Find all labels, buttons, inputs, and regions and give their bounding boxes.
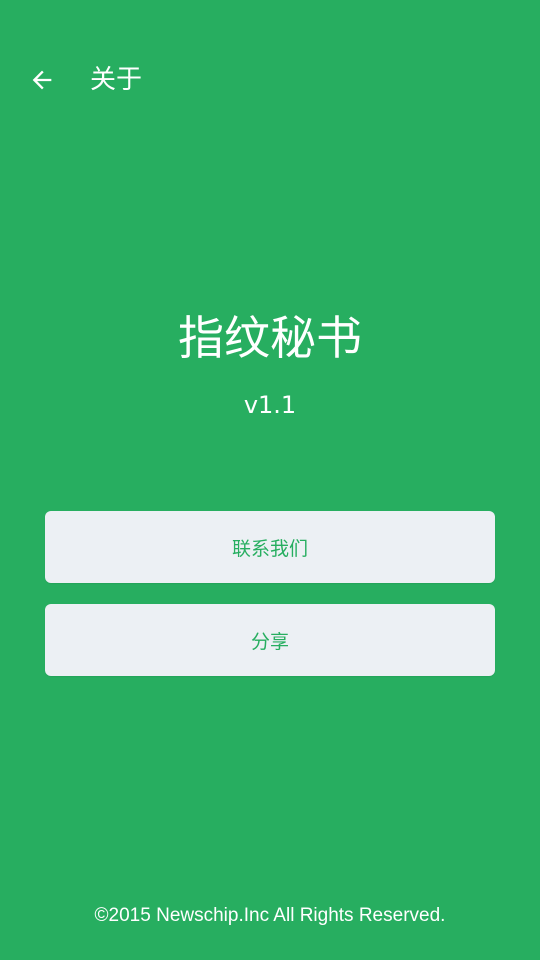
share-button[interactable]: 分享 (45, 604, 495, 676)
contact-us-label: 联系我们 (231, 537, 308, 560)
page-title: 关于 (90, 65, 143, 95)
share-label: 分享 (250, 630, 289, 653)
copyright-footer: ©2015 Newschip.Inc All Rights Reserved. (94, 905, 446, 926)
app-name: 指纹秘书 (178, 311, 362, 365)
app-version: v1.1 (243, 391, 297, 419)
contact-us-button[interactable]: 联系我们 (45, 511, 495, 583)
back-button[interactable] (18, 56, 66, 104)
arrow-left-icon (32, 70, 52, 90)
toolbar: 关于 (0, 0, 540, 160)
